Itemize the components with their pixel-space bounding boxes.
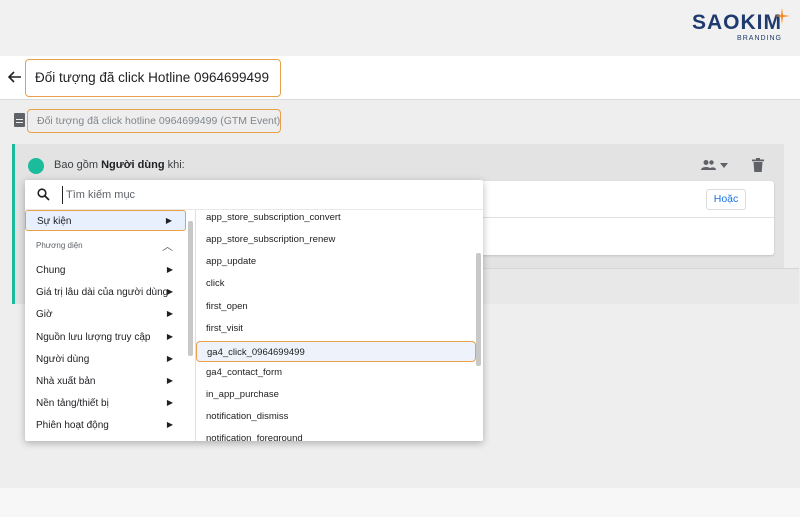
event-item-selected[interactable]: ga4_click_0964699499: [196, 341, 476, 362]
event-scrollbar[interactable]: [476, 253, 481, 366]
event-item[interactable]: notification_foreground: [196, 428, 476, 441]
chevron-right-icon: ▶: [166, 376, 173, 385]
category-label: Nhà xuất bản: [36, 376, 96, 387]
event-list: app_store_subscription_convert app_store…: [196, 210, 483, 441]
section-header-label: Phương diện: [36, 241, 83, 250]
condition-suffix: khi:: [164, 159, 185, 171]
category-label: Giá trị lâu dài của người dùng: [36, 287, 169, 298]
category-label: Nền tảng/thiết bị: [36, 398, 109, 409]
event-item[interactable]: click: [196, 273, 476, 294]
category-item[interactable]: Giờ ▶: [25, 304, 186, 325]
condition-subject: Người dùng: [101, 159, 165, 171]
event-item[interactable]: ga4_contact_form: [196, 362, 476, 383]
or-button[interactable]: Hoặc: [706, 189, 746, 210]
logo-tagline: BRANDING: [737, 35, 782, 42]
dimension-picker-dropdown: Sự kiện ▶ Phương diện ︿ Chung ▶ Giá trị l…: [25, 180, 483, 441]
category-item[interactable]: Nhà xuất bản ▶: [25, 371, 186, 392]
section-header[interactable]: Phương diện ︿: [25, 235, 186, 255]
trash-icon[interactable]: [752, 158, 764, 172]
event-item[interactable]: notification_dismiss: [196, 406, 476, 427]
category-item[interactable]: Nền tảng/thiết bị ▶: [25, 393, 186, 414]
category-label: Nguồn lưu lượng truy cập: [36, 332, 151, 343]
category-list: Sự kiện ▶ Phương diện ︿ Chung ▶ Giá trị l…: [25, 210, 195, 441]
brand-logo: SAOKIM BRANDING: [692, 8, 790, 42]
logo-bar: SAOKIM BRANDING: [0, 0, 800, 56]
condition-prefix: Bao gồm: [54, 159, 102, 171]
category-item[interactable]: Người dùng ▶: [25, 349, 186, 370]
arrow-left-icon[interactable]: [7, 67, 26, 87]
category-item[interactable]: Chung ▶: [25, 260, 186, 281]
event-item[interactable]: app_store_subscription_convert: [196, 210, 476, 228]
category-item[interactable]: Phiên hoạt động ▶: [25, 415, 186, 436]
category-label: Chung: [36, 265, 66, 276]
chevron-right-icon: ▶: [166, 332, 173, 341]
event-item[interactable]: app_store_subscription_renew: [196, 229, 476, 250]
event-item[interactable]: first_open: [196, 296, 476, 317]
search-icon: [37, 188, 50, 201]
footer-band: [0, 488, 800, 517]
page-header: Đối tượng đã click Hotline 0964699499: [0, 56, 800, 100]
search-input[interactable]: [62, 186, 462, 204]
chevron-right-icon: ▶: [166, 354, 173, 363]
chevron-right-icon: ▶: [165, 216, 172, 225]
category-item[interactable]: Nguồn lưu lượng truy cập ▶: [25, 327, 186, 348]
category-label: Sự kiện: [37, 216, 72, 227]
chevron-up-icon: ︿: [162, 241, 173, 253]
condition-label: Bao gồm Người dùng khi:: [54, 159, 185, 171]
logo-name: SAOKIM: [692, 11, 782, 34]
page-title[interactable]: Đối tượng đã click Hotline 0964699499: [25, 59, 281, 97]
chevron-right-icon: ▶: [166, 309, 173, 318]
category-scrollbar[interactable]: [188, 221, 193, 356]
include-status-dot: [28, 158, 44, 174]
document-icon: [14, 113, 25, 127]
people-icon[interactable]: [701, 159, 716, 174]
chevron-right-icon: ▶: [166, 265, 173, 274]
description-field[interactable]: Đối tượng đã click hotline 0964699499 (G…: [27, 109, 281, 133]
chevron-right-icon: ▶: [166, 287, 173, 296]
event-item[interactable]: in_app_purchase: [196, 384, 476, 405]
category-item[interactable]: Giá trị lâu dài của người dùng ▶: [25, 282, 186, 303]
category-label: Giờ: [36, 309, 53, 320]
search-row: [25, 180, 483, 210]
event-item[interactable]: first_visit: [196, 318, 476, 339]
chevron-right-icon: ▶: [166, 398, 173, 407]
category-label: Phiên hoạt động: [36, 420, 109, 431]
chevron-right-icon: ▶: [166, 420, 173, 429]
event-item[interactable]: app_update: [196, 251, 476, 272]
star-icon: [774, 8, 790, 24]
category-item-su-kien[interactable]: Sự kiện ▶: [25, 210, 186, 231]
category-label: Người dùng: [36, 354, 90, 365]
caret-down-icon[interactable]: [720, 161, 728, 170]
